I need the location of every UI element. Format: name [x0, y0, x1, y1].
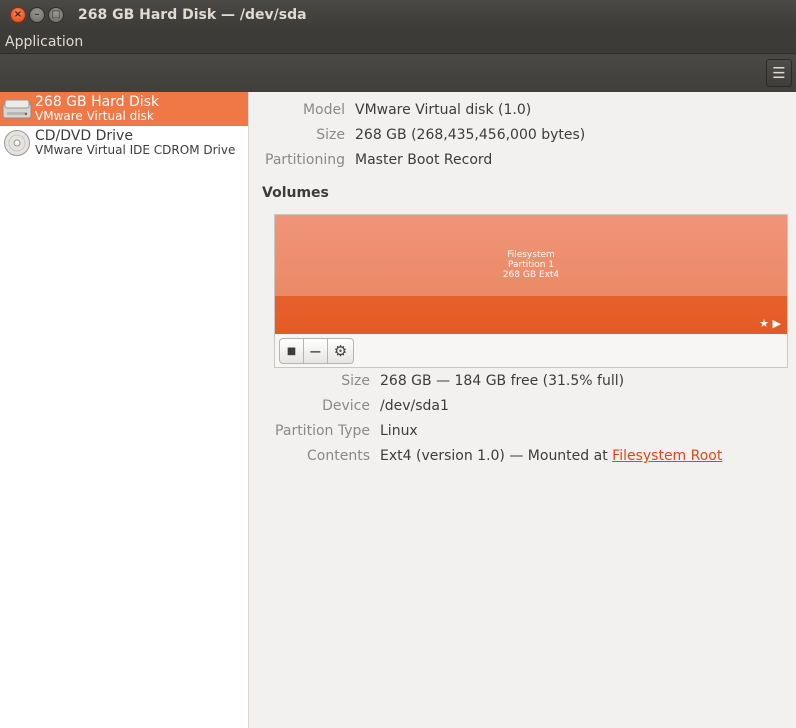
- hamburger-menu-icon: ☰: [772, 64, 786, 82]
- volume-contents-row: Contents Ext4 (version 1.0) — Mounted at…: [250, 446, 722, 466]
- unmount-button[interactable]: ■: [279, 338, 304, 364]
- device-value: /dev/sda1: [380, 398, 449, 414]
- partition-label-area: Filesystem Partition 1 268 GB Ext4: [275, 215, 787, 296]
- volume-size-value: 268 GB — 184 GB free (31.5% full): [380, 373, 625, 389]
- close-icon: ×: [13, 9, 23, 20]
- maximize-window-button[interactable]: □: [48, 7, 64, 23]
- stop-icon: ■: [286, 345, 297, 357]
- partition-size-text: 268 GB Ext4: [502, 269, 560, 280]
- partition-number-text: Partition 1: [507, 259, 555, 270]
- volumes-heading: Volumes: [262, 185, 329, 201]
- drive-item-hard-disk[interactable]: 268 GB Hard Disk VMware Virtual disk: [0, 92, 248, 126]
- volume-size-label: Size: [341, 373, 370, 389]
- volume-partition-type-row: Partition Type Linux: [250, 421, 418, 441]
- model-value: VMware Virtual disk (1.0): [355, 102, 532, 118]
- disk-size-row: Size 268 GB (268,435,456,000 bytes): [250, 125, 585, 145]
- volume-size-row: Size 268 GB — 184 GB free (31.5% full): [250, 371, 624, 391]
- contents-value: Ext4 (version 1.0) — Mounted at Filesyst…: [380, 448, 722, 464]
- drive-name: CD/DVD Drive: [35, 128, 133, 144]
- hard-disk-icon: [2, 94, 32, 124]
- contents-text: Ext4 (version 1.0) — Mounted at: [380, 448, 613, 464]
- mounted-star-play-icon: ★ ▶: [759, 317, 781, 330]
- drive-subtitle: VMware Virtual IDE CDROM Drive: [35, 143, 236, 157]
- device-label: Device: [322, 398, 370, 414]
- more-actions-button[interactable]: ⚙: [328, 338, 354, 364]
- window-title: 268 GB Hard Disk — /dev/sda: [78, 7, 307, 23]
- close-window-button[interactable]: ×: [10, 7, 26, 23]
- size-value: 268 GB (268,435,456,000 bytes): [355, 127, 586, 143]
- model-label: Model: [302, 102, 345, 118]
- app-menu-button[interactable]: ☰: [766, 59, 792, 87]
- drive-list: 268 GB Hard Disk VMware Virtual disk CD/…: [0, 92, 249, 728]
- drive-item-cd-dvd[interactable]: CD/DVD Drive VMware Virtual IDE CDROM Dr…: [0, 126, 248, 160]
- partition-type-label: Partition Type: [275, 423, 370, 439]
- partition-type-text: Filesystem: [507, 249, 555, 260]
- partitioning-label: Partitioning: [265, 152, 345, 168]
- menu-bar: Application: [0, 30, 796, 53]
- window-controls: × – □: [10, 7, 64, 23]
- partition-segment[interactable]: Filesystem Partition 1 268 GB Ext4 ★ ▶: [275, 215, 787, 334]
- disk-partitioning-row: Partitioning Master Boot Record: [250, 150, 492, 170]
- filesystem-root-link[interactable]: Filesystem Root: [612, 448, 722, 464]
- partition-type-value: Linux: [380, 423, 418, 439]
- minimize-icon: –: [34, 9, 40, 20]
- disk-model-row: Model VMware Virtual disk (1.0): [250, 100, 531, 120]
- volume-graph: Filesystem Partition 1 268 GB Ext4 ★ ▶ ■…: [274, 214, 788, 368]
- delete-partition-button[interactable]: −: [304, 338, 328, 364]
- partitioning-value: Master Boot Record: [355, 152, 493, 168]
- gear-icon: ⚙: [333, 342, 348, 360]
- minimize-window-button[interactable]: –: [29, 7, 45, 23]
- volume-device-row: Device /dev/sda1: [250, 396, 449, 416]
- optical-disc-icon: [2, 128, 32, 158]
- application-menu[interactable]: Application: [0, 34, 83, 50]
- toolbar: ☰: [0, 53, 796, 92]
- drive-name: 268 GB Hard Disk: [35, 94, 160, 110]
- title-bar: × – □ 268 GB Hard Disk — /dev/sda: [0, 0, 796, 30]
- volume-toolbar: ■ − ⚙: [279, 338, 354, 364]
- size-label: Size: [316, 127, 345, 143]
- minus-icon: −: [308, 341, 323, 361]
- drive-subtitle: VMware Virtual disk: [35, 109, 154, 123]
- maximize-icon: □: [51, 9, 61, 20]
- disk-details-panel: Model VMware Virtual disk (1.0) Size 268…: [250, 92, 796, 728]
- contents-label: Contents: [307, 448, 370, 464]
